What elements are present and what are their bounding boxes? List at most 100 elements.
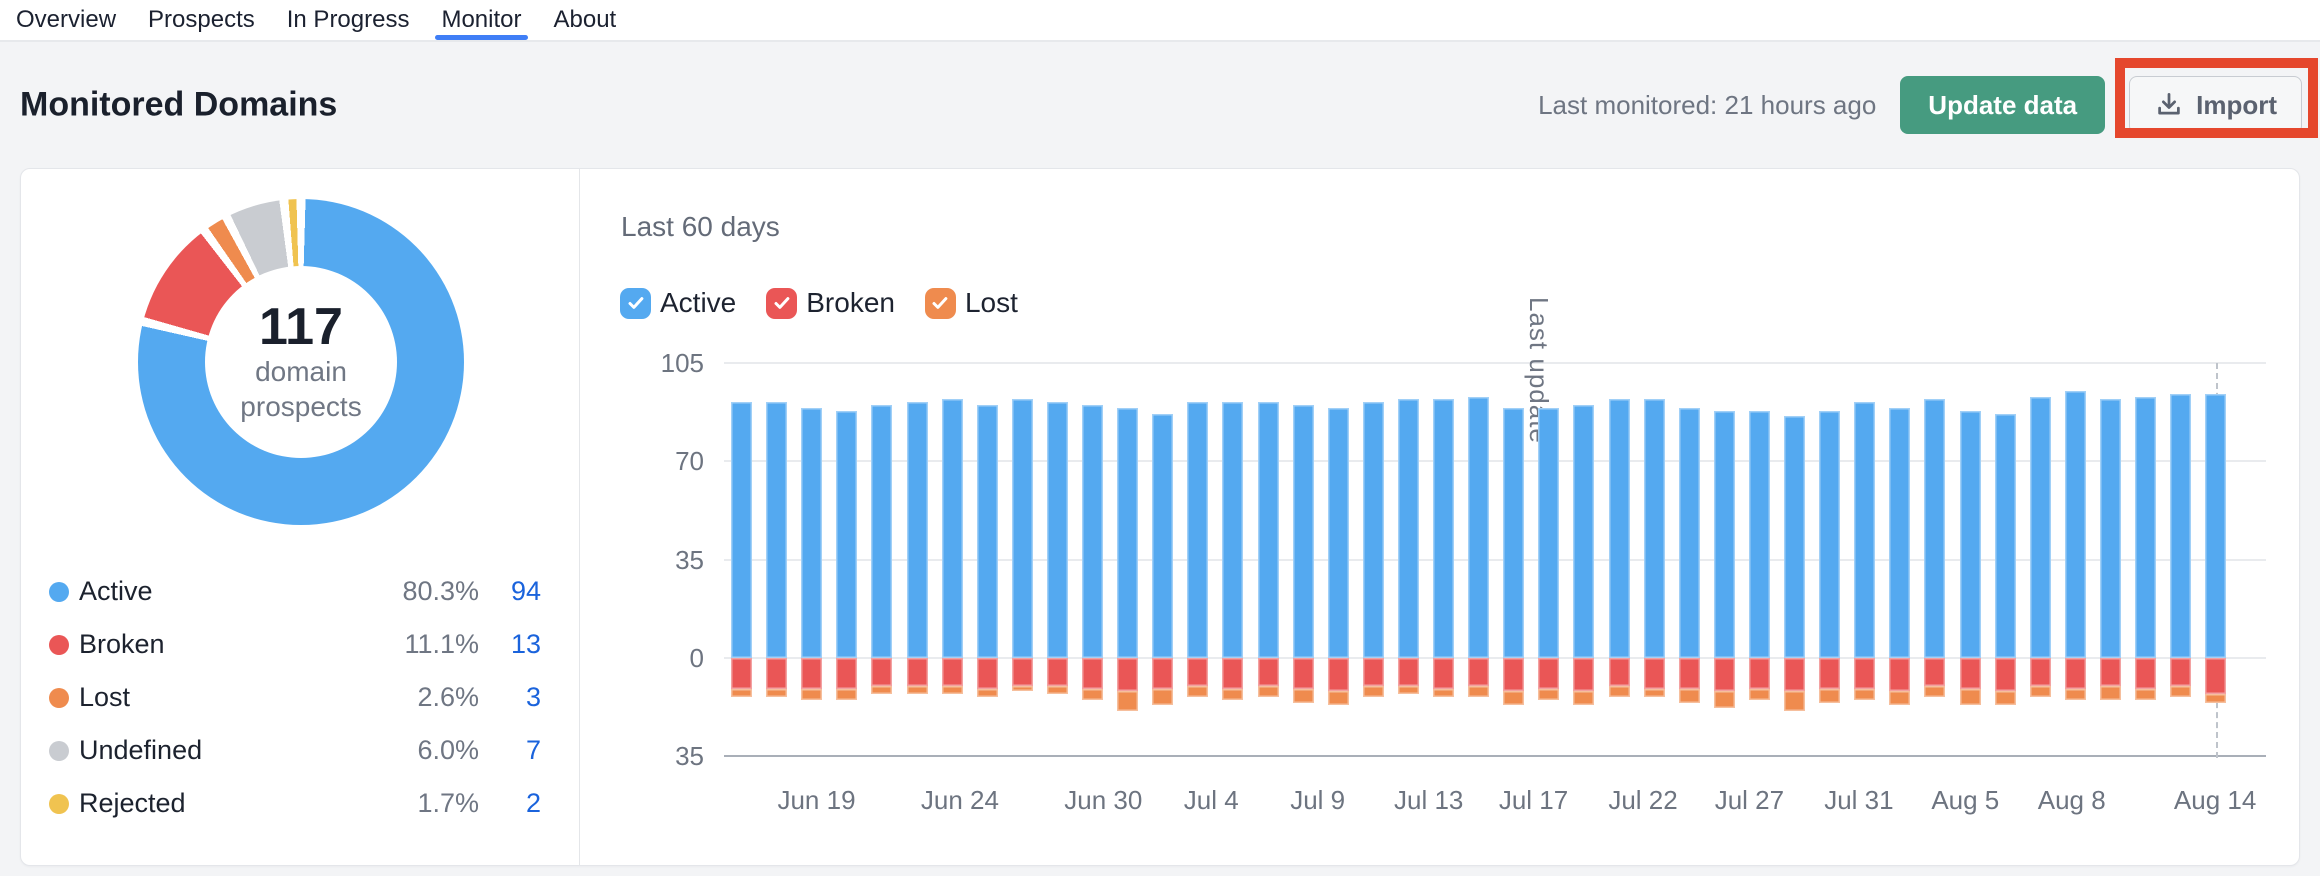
bar-segment-active (1854, 402, 1875, 657)
bar-group[interactable] (2170, 363, 2191, 756)
bar-segment-broken (1714, 658, 1735, 692)
x-tick-label: Jul 13 (1394, 785, 1463, 816)
bar-group[interactable] (1293, 363, 1314, 756)
bar-group[interactable] (766, 363, 787, 756)
bar-group[interactable] (907, 363, 928, 756)
bar-segment-active (2205, 394, 2226, 658)
bar-segment-lost (1082, 689, 1103, 700)
bar-segment-active (1363, 402, 1384, 657)
bar-segment-active (1644, 399, 1665, 657)
bar-segment-broken (1784, 658, 1805, 692)
bar-group[interactable] (836, 363, 857, 756)
import-button-label: Import (2196, 90, 2277, 121)
tab-in-progress[interactable]: In Progress (287, 0, 410, 40)
bar-group[interactable] (1784, 363, 1805, 756)
bar-group[interactable] (977, 363, 998, 756)
bar-segment-broken (871, 658, 892, 686)
legend-percent: 1.7% (369, 788, 479, 819)
bar-group[interactable] (2100, 363, 2121, 756)
filter-broken[interactable]: Broken (766, 287, 895, 319)
bar-segment-active (1889, 408, 1910, 658)
bar-segment-active (2065, 391, 2086, 658)
bar-segment-broken (1819, 658, 1840, 689)
tab-monitor[interactable]: Monitor (441, 0, 521, 40)
bar-segment-broken (1679, 658, 1700, 689)
import-button[interactable]: Import (2129, 76, 2302, 134)
bar-segment-lost (1363, 686, 1384, 697)
filter-lost[interactable]: Lost (925, 287, 1018, 319)
bar-segment-lost (1538, 689, 1559, 700)
bar-group[interactable] (1082, 363, 1103, 756)
checkbox-checked-icon (620, 288, 651, 319)
legend-dot-icon (49, 794, 69, 814)
bar-segment-broken (1468, 658, 1489, 686)
donut-legend: Active80.3%94Broken11.1%13Lost2.6%3Undef… (49, 565, 541, 830)
filter-active[interactable]: Active (620, 287, 736, 319)
bar-group[interactable] (1117, 363, 1138, 756)
bar-segment-broken (766, 658, 787, 689)
bar-group[interactable] (871, 363, 892, 756)
bar-segment-lost (2030, 686, 2051, 697)
bar-group[interactable] (1468, 363, 1489, 756)
legend-count-link[interactable]: 2 (479, 788, 541, 819)
bar-group[interactable] (1047, 363, 1068, 756)
bar-group[interactable] (1644, 363, 1665, 756)
bar-group[interactable] (1995, 363, 2016, 756)
bar-group[interactable] (2135, 363, 2156, 756)
bar-segment-broken (1012, 658, 1033, 686)
bar-group[interactable] (1749, 363, 1770, 756)
bar-group[interactable] (1012, 363, 1033, 756)
legend-count-link[interactable]: 94 (479, 576, 541, 607)
bar-group[interactable] (1819, 363, 1840, 756)
tab-about[interactable]: About (554, 0, 617, 40)
bar-segment-broken (1924, 658, 1945, 686)
bar-segment-lost (1398, 686, 1419, 694)
bar-group[interactable] (1258, 363, 1279, 756)
bar-segment-active (836, 411, 857, 658)
tab-overview[interactable]: Overview (16, 0, 116, 40)
bar-group[interactable] (2030, 363, 2051, 756)
x-tick-label: Jul 17 (1499, 785, 1568, 816)
bar-group[interactable] (2065, 363, 2086, 756)
bar-group[interactable] (801, 363, 822, 756)
bar-group[interactable] (1960, 363, 1981, 756)
bar-group[interactable] (1503, 363, 1524, 756)
bar-group[interactable] (2205, 363, 2226, 756)
bar-segment-broken (2205, 658, 2226, 694)
bar-group[interactable] (1363, 363, 1384, 756)
bar-group[interactable] (1679, 363, 1700, 756)
bar-group[interactable] (1222, 363, 1243, 756)
x-tick-label: Jun 19 (777, 785, 855, 816)
bar-group[interactable] (1854, 363, 1875, 756)
x-tick-label: Aug 14 (2174, 785, 2256, 816)
bar-group[interactable] (1328, 363, 1349, 756)
bar-group[interactable] (1433, 363, 1454, 756)
bar-segment-active (1398, 399, 1419, 657)
domain-status-donut-chart[interactable]: 117 domain prospects (138, 199, 464, 525)
bar-segment-active (2030, 397, 2051, 658)
bar-segment-active (1995, 414, 2016, 658)
bar-segment-active (1433, 399, 1454, 657)
legend-count-link[interactable]: 3 (479, 682, 541, 713)
bar-group[interactable] (1889, 363, 1910, 756)
bar-group[interactable] (1187, 363, 1208, 756)
tab-prospects[interactable]: Prospects (148, 0, 255, 40)
bar-group[interactable] (1398, 363, 1419, 756)
bar-segment-active (907, 402, 928, 657)
bar-group[interactable] (1924, 363, 1945, 756)
bar-group[interactable] (1573, 363, 1594, 756)
bar-group[interactable] (1609, 363, 1630, 756)
bar-segment-lost (942, 686, 963, 694)
legend-count-link[interactable]: 13 (479, 629, 541, 660)
bar-group[interactable] (1538, 363, 1559, 756)
bar-group[interactable] (1714, 363, 1735, 756)
bar-segment-active (1258, 402, 1279, 657)
bar-segment-active (1573, 405, 1594, 658)
bar-group[interactable] (942, 363, 963, 756)
bar-group[interactable] (731, 363, 752, 756)
bar-group[interactable] (1152, 363, 1173, 756)
legend-count-link[interactable]: 7 (479, 735, 541, 766)
bar-segment-lost (1819, 689, 1840, 703)
update-data-button[interactable]: Update data (1900, 76, 2105, 134)
x-tick-label: Aug 8 (2038, 785, 2106, 816)
